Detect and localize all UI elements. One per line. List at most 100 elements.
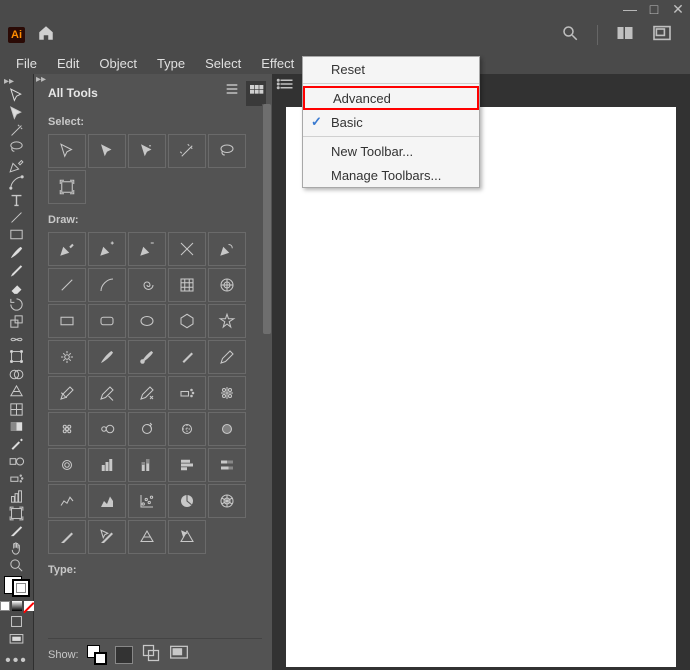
tool-column-graph[interactable] bbox=[88, 448, 126, 482]
free-transform-tool[interactable] bbox=[3, 348, 31, 365]
tool-flare[interactable] bbox=[48, 340, 86, 374]
blend-tool[interactable] bbox=[3, 453, 31, 470]
minimize-button[interactable]: — bbox=[622, 2, 638, 16]
panel-scrollbar[interactable] bbox=[262, 104, 272, 660]
screen-mode[interactable] bbox=[3, 630, 31, 647]
list-view-icon[interactable] bbox=[224, 81, 240, 106]
menu-item-new-toolbar[interactable]: New Toolbar... bbox=[303, 139, 479, 163]
tool-line-segment[interactable] bbox=[48, 268, 86, 302]
tool-magic-wand[interactable] bbox=[168, 134, 206, 168]
tool-polygon[interactable] bbox=[168, 304, 206, 338]
column-graph-tool[interactable] bbox=[3, 487, 31, 504]
tool-rectangle[interactable] bbox=[48, 304, 86, 338]
collapse-icon[interactable]: ▸▸ bbox=[36, 74, 46, 85]
fill-stroke-control[interactable] bbox=[4, 576, 30, 597]
tool-curvature[interactable] bbox=[208, 232, 246, 266]
menu-object[interactable]: Object bbox=[89, 54, 147, 73]
close-button[interactable]: ✕ bbox=[670, 2, 686, 16]
tool-selection[interactable] bbox=[48, 134, 86, 168]
tool-polar-grid[interactable] bbox=[208, 268, 246, 302]
footer-screen-mode-icon[interactable] bbox=[169, 644, 189, 665]
tool-pie-graph[interactable] bbox=[168, 484, 206, 518]
menu-item-manage-toolbars[interactable]: Manage Toolbars... bbox=[303, 163, 479, 187]
footer-fill-stroke-icon[interactable] bbox=[87, 645, 107, 665]
tool-slice[interactable] bbox=[48, 520, 86, 554]
tool-group-selection[interactable] bbox=[128, 134, 166, 168]
hand-tool[interactable] bbox=[3, 540, 31, 557]
color-mode-swatches[interactable] bbox=[0, 601, 34, 611]
grid-view-icon[interactable] bbox=[246, 81, 266, 106]
properties-flyout-icon[interactable] bbox=[276, 77, 294, 96]
mesh-tool[interactable] bbox=[3, 400, 31, 417]
maximize-button[interactable]: □ bbox=[646, 2, 662, 16]
tool-radar-graph[interactable] bbox=[208, 484, 246, 518]
tool-delete-anchor[interactable] bbox=[128, 232, 166, 266]
paintbrush-tool[interactable] bbox=[3, 244, 31, 261]
tool-stacked-column-graph[interactable] bbox=[128, 448, 166, 482]
curvature-tool[interactable] bbox=[3, 174, 31, 191]
rectangle-tool[interactable] bbox=[3, 226, 31, 243]
draw-mode-normal[interactable] bbox=[3, 613, 31, 630]
magic-wand-tool[interactable] bbox=[3, 122, 31, 139]
tool-symbol-sizer[interactable] bbox=[88, 412, 126, 446]
artboard-tool[interactable] bbox=[3, 505, 31, 522]
type-tool[interactable] bbox=[3, 191, 31, 208]
pen-tool[interactable] bbox=[3, 157, 31, 174]
gradient-tool[interactable] bbox=[3, 418, 31, 435]
footer-overlap-icon[interactable] bbox=[141, 643, 161, 666]
menu-item-advanced[interactable]: Advanced bbox=[303, 86, 479, 110]
shape-builder-tool[interactable] bbox=[3, 366, 31, 383]
eraser-tool[interactable] bbox=[3, 278, 31, 295]
artboard[interactable] bbox=[286, 107, 676, 667]
menu-select[interactable]: Select bbox=[195, 54, 251, 73]
scale-tool[interactable] bbox=[3, 313, 31, 330]
tool-lasso[interactable] bbox=[208, 134, 246, 168]
tool-area-graph[interactable] bbox=[88, 484, 126, 518]
menu-file[interactable]: File bbox=[6, 54, 47, 73]
tool-symbol-shifter[interactable] bbox=[208, 376, 246, 410]
tool-path-eraser[interactable] bbox=[88, 376, 126, 410]
menu-item-reset[interactable]: Reset bbox=[303, 57, 479, 81]
home-icon[interactable] bbox=[37, 24, 55, 47]
tool-blob-brush[interactable] bbox=[128, 340, 166, 374]
tool-shaper[interactable] bbox=[168, 340, 206, 374]
edit-toolbar-button[interactable]: ••• bbox=[5, 652, 28, 670]
tool-pen[interactable] bbox=[48, 232, 86, 266]
tool-spiral[interactable] bbox=[128, 268, 166, 302]
workspace-icon[interactable] bbox=[616, 25, 634, 46]
rotate-tool[interactable] bbox=[3, 296, 31, 313]
tool-ellipse[interactable] bbox=[128, 304, 166, 338]
tool-join[interactable] bbox=[128, 376, 166, 410]
menu-effect[interactable]: Effect bbox=[251, 54, 304, 73]
tool-artboard[interactable] bbox=[48, 170, 86, 204]
zoom-tool[interactable] bbox=[3, 557, 31, 574]
tool-direct-selection[interactable] bbox=[88, 134, 126, 168]
tool-anchor-point[interactable] bbox=[168, 232, 206, 266]
line-tool[interactable] bbox=[3, 209, 31, 226]
footer-draw-mode-icon[interactable] bbox=[115, 646, 133, 664]
arrange-icon[interactable] bbox=[652, 25, 672, 46]
selection-tool[interactable] bbox=[3, 87, 31, 104]
tool-bar-graph[interactable] bbox=[168, 448, 206, 482]
tool-slice-selection[interactable] bbox=[88, 520, 126, 554]
menu-type[interactable]: Type bbox=[147, 54, 195, 73]
width-tool[interactable] bbox=[3, 331, 31, 348]
tool-rounded-rectangle[interactable] bbox=[88, 304, 126, 338]
direct-selection-tool[interactable] bbox=[3, 104, 31, 121]
tool-symbol-spinner[interactable] bbox=[128, 412, 166, 446]
tool-smooth[interactable] bbox=[48, 376, 86, 410]
tool-add-anchor[interactable] bbox=[88, 232, 126, 266]
tool-scatter-graph[interactable] bbox=[128, 484, 166, 518]
tool-pencil[interactable] bbox=[208, 340, 246, 374]
tool-rectangular-grid[interactable] bbox=[168, 268, 206, 302]
tool-star[interactable] bbox=[208, 304, 246, 338]
shaper-tool[interactable] bbox=[3, 261, 31, 278]
expand-icon[interactable]: ▸▸ bbox=[4, 76, 14, 87]
tool-symbol-stainer[interactable] bbox=[168, 412, 206, 446]
lasso-tool[interactable] bbox=[3, 139, 31, 156]
tool-perspective-grid[interactable] bbox=[128, 520, 166, 554]
perspective-tool[interactable] bbox=[3, 383, 31, 400]
tool-symbol-screener[interactable] bbox=[208, 412, 246, 446]
tool-symbol-scruncher[interactable] bbox=[48, 412, 86, 446]
tool-paintbrush[interactable] bbox=[88, 340, 126, 374]
